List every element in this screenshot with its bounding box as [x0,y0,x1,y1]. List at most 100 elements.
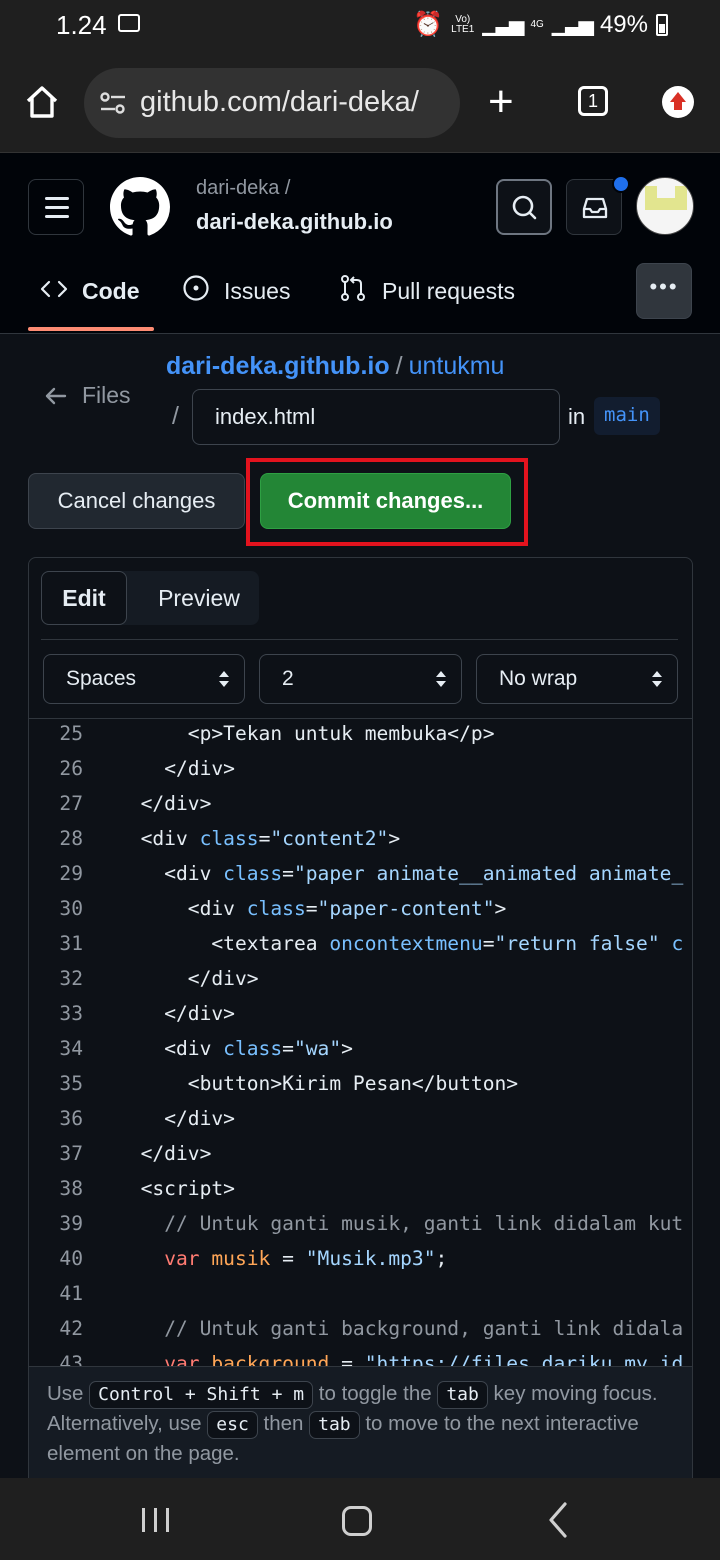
line-number: 38 [59,1177,83,1200]
tab-pull-requests[interactable]: Pull requests [338,263,515,319]
line-number: 33 [59,1002,83,1025]
line-source: <div class="wa"> [164,1037,353,1060]
search-button[interactable] [496,179,552,235]
avatar[interactable] [636,177,694,235]
line-source: </div> [164,757,235,780]
code-line[interactable]: 27 </div> [29,792,692,827]
menu-button[interactable] [28,179,84,235]
avatar-identicon-icon [645,186,687,210]
code-line[interactable]: 37 </div> [29,1142,692,1177]
line-source: <textarea oncontextmenu="return false" c [211,932,684,955]
code-line[interactable]: 38 <script> [29,1177,692,1212]
search-icon [512,195,537,220]
code-line[interactable]: 40 var musik = "Musik.mp3"; [29,1247,692,1282]
kbd-control-shift-m: Control + Shift + m [89,1381,314,1409]
code-line[interactable]: 29 <div class="paper animate__animated a… [29,862,692,897]
code-line[interactable]: 35 <button>Kirim Pesan</button> [29,1072,692,1107]
code-line[interactable]: 25 <p>Tekan untuk membuka</p> [29,722,692,757]
github-logo-icon[interactable] [110,177,170,237]
new-tab-button[interactable]: + [488,80,514,124]
indent-mode-select[interactable]: Spaces [43,654,245,704]
line-number: 42 [59,1317,83,1340]
url-text: github.com/dari-deka/ [140,86,419,118]
files-back-link[interactable]: Files [44,382,131,409]
network-indicator: 4G [530,18,544,30]
address-bar[interactable]: github.com/dari-deka/ [84,68,460,138]
code-line[interactable]: 32 </div> [29,967,692,1002]
battery-percent: 49% [599,10,648,38]
filename-input[interactable]: index.html [192,389,560,445]
tab-switcher-button[interactable]: 1 [578,86,608,116]
code-area-divider [29,718,692,719]
code-area[interactable]: 25 <p>Tekan untuk membuka</p> 26 </div> 27… [29,722,692,1366]
line-number: 40 [59,1247,83,1270]
breadcrumb-repo-link[interactable]: dari-deka.github.io [166,352,390,380]
repo-owner-link[interactable]: dari-deka / [196,177,291,200]
indent-size-select[interactable]: 2 [259,654,462,704]
line-source: <div class="paper animate__animated anim… [164,862,684,885]
code-line[interactable]: 26 </div> [29,757,692,792]
wrap-mode-select[interactable]: No wrap [476,654,678,704]
line-source: // Untuk ganti background, ganti link di… [164,1317,684,1340]
code-line[interactable]: 41 [29,1282,692,1317]
home-button[interactable] [342,1506,372,1536]
recent-apps-button[interactable] [142,1508,170,1532]
line-number: 27 [59,792,83,815]
line-number: 25 [59,722,83,745]
editor-tabs: Edit Preview [41,571,259,625]
tab-issues[interactable]: Issues [182,263,290,319]
line-number: 41 [59,1282,83,1305]
indent-size-value: 2 [282,667,294,690]
tab-code[interactable]: Code [40,263,140,319]
keyboard-hint: Use Control + Shift + m to toggle the ta… [29,1366,692,1486]
code-line[interactable]: 33 </div> [29,1002,692,1037]
line-number: 29 [59,862,83,885]
update-icon[interactable] [662,86,694,118]
github-header: dari-deka / dari-deka.github.io Code Iss… [0,153,720,334]
tab-pull-requests-label: Pull requests [382,277,515,304]
back-icon[interactable] [548,1502,568,1538]
code-line[interactable]: 42 // Untuk ganti background, ganti link… [29,1317,692,1352]
arrow-left-icon [45,387,67,404]
system-nav-bar [0,1478,720,1560]
code-line[interactable]: 43 var background = "https://files.darik… [29,1352,692,1366]
status-bar: 1.24 ⏰ Vo) LTE1 ▁▃▅ 4G ▁▃▅ 49% [0,0,720,56]
line-number: 39 [59,1212,83,1235]
code-line[interactable]: 30 <div class="paper-content"> [29,897,692,932]
tab-code-label: Code [82,277,140,304]
branch-badge[interactable]: main [594,397,660,435]
notification-dot [612,175,630,193]
line-number: 36 [59,1107,83,1130]
active-tab-underline [28,327,154,331]
tab-issues-label: Issues [224,277,291,304]
home-icon[interactable] [24,84,60,120]
code-line[interactable]: 34 <div class="wa"> [29,1037,692,1072]
battery-icon [656,13,668,36]
tab-edit[interactable]: Edit [41,571,127,625]
line-source: </div> [164,1002,235,1025]
repo-name-link[interactable]: dari-deka.github.io [196,209,393,235]
code-line[interactable]: 36 </div> [29,1107,692,1142]
browser-toolbar: github.com/dari-deka/ + 1 [0,56,720,153]
line-source: // Untuk ganti musik, ganti link didalam… [164,1212,684,1235]
issue-icon [182,274,210,308]
code-editor-panel: Edit Preview Spaces 2 No wrap 25 <p>Teka… [28,557,693,1487]
code-icon [40,278,68,305]
line-number: 30 [59,897,83,920]
line-number: 37 [59,1142,83,1165]
gallery-notification-icon [118,14,140,32]
breadcrumb: dari-deka.github.io / untukmu [166,352,504,381]
commit-changes-button[interactable]: Commit changes... [260,473,511,529]
line-source: var musik = "Musik.mp3"; [164,1247,448,1270]
breadcrumb-dir-link[interactable]: untukmu [409,352,505,380]
code-line[interactable]: 28 <div class="content2"> [29,827,692,862]
line-number: 32 [59,967,83,990]
select-arrows-icon [652,671,662,687]
cancel-changes-button[interactable]: Cancel changes [28,473,245,529]
more-tabs-button[interactable]: ••• [636,263,692,319]
tab-preview[interactable]: Preview [139,571,259,625]
code-line[interactable]: 39 // Untuk ganti musik, ganti link dida… [29,1212,692,1247]
code-line[interactable]: 31 <textarea oncontextmenu="return false… [29,932,692,967]
line-number: 35 [59,1072,83,1095]
site-settings-icon[interactable] [100,92,126,114]
